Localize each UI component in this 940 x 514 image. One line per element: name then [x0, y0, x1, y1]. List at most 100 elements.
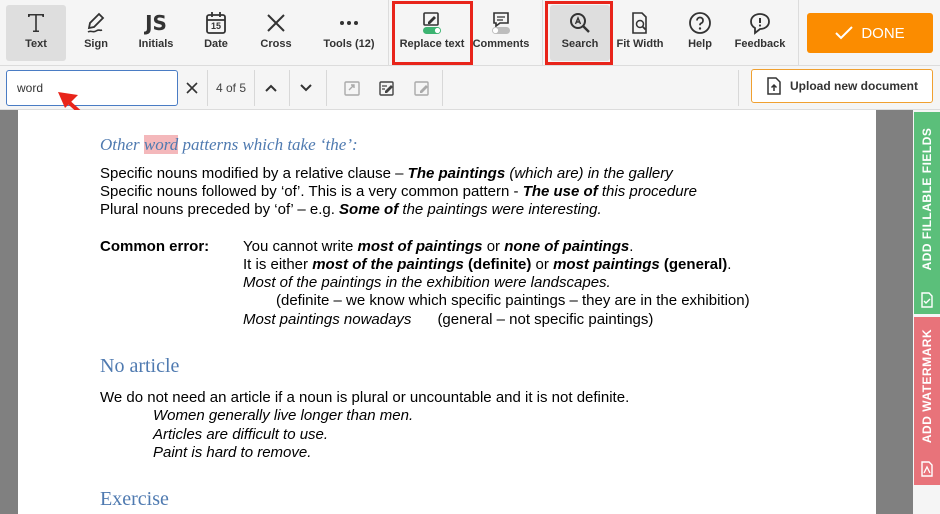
replace-edit-button[interactable]: [373, 70, 401, 106]
search-bar-divider: [326, 70, 327, 106]
pdf-editor-app: Text Sign JS Initials 15 Date Cross Tool…: [0, 0, 940, 514]
replace-text-button[interactable]: Replace text: [396, 5, 468, 61]
add-fillable-fields-tab[interactable]: ADD FILLABLE FIELDS: [914, 112, 940, 314]
search-bar-divider: [738, 70, 739, 106]
text-span: The use of: [522, 183, 598, 200]
search-bar-divider: [289, 70, 290, 106]
text-span: (general): [659, 256, 728, 273]
date-tool-button[interactable]: 15 Date: [190, 5, 242, 61]
tools-menu-button[interactable]: Tools (12): [316, 5, 382, 61]
text-icon: [28, 14, 44, 32]
toolbar-divider: [388, 0, 389, 66]
text-span: most paintings: [553, 256, 660, 273]
toolbar-divider: [798, 0, 799, 66]
text-span: Specific nouns followed by ‘of’. This is…: [100, 183, 523, 200]
comments-icon: [492, 12, 510, 34]
text-span: none of paintings: [504, 238, 630, 255]
search-bar: 4 of 5 Upload new document: [0, 66, 940, 134]
replace-one-button[interactable]: [338, 70, 366, 106]
main-toolbar: Text Sign JS Initials 15 Date Cross Tool…: [0, 0, 940, 66]
add-watermark-label: ADD WATERMARK: [920, 328, 934, 444]
feedback-label: Feedback: [734, 38, 786, 50]
text-span: this procedure: [597, 183, 697, 200]
done-button[interactable]: DONE: [807, 13, 933, 53]
search-bar-divider: [442, 70, 443, 106]
toolbar-divider: [542, 0, 543, 66]
close-icon: [186, 82, 198, 94]
chevron-up-icon: [265, 84, 277, 92]
common-error-label: Common error:: [100, 238, 210, 255]
search-button[interactable]: Search: [550, 5, 610, 61]
search-label: Search: [561, 38, 599, 50]
search-input[interactable]: [6, 70, 178, 106]
text-span: The paintings: [407, 165, 506, 182]
cross-tool-label: Cross: [260, 38, 292, 50]
body-line: Women generally live longer than men.: [153, 407, 414, 424]
add-fillable-fields-label: ADD FILLABLE FIELDS: [920, 127, 934, 271]
text-span: .: [629, 238, 634, 255]
watermark-icon: [921, 461, 933, 477]
body-line: We do not need an article if a noun is p…: [100, 389, 630, 406]
right-side-panel: ADD FILLABLE FIELDS ADD WATERMARK: [913, 110, 940, 514]
text-span: the paintings were interesting.: [398, 201, 602, 218]
body-line: Specific nouns modified by a relative cl…: [100, 165, 673, 182]
text-span: (definite): [463, 256, 532, 273]
body-line: Plural nouns preceded by ‘of’ – e.g. Som…: [100, 201, 602, 218]
help-button[interactable]: Help: [676, 5, 724, 61]
subheading-text: Other: [100, 135, 144, 154]
done-label: DONE: [861, 24, 905, 42]
text-span: or: [482, 238, 505, 255]
replace-all-button[interactable]: [408, 70, 436, 106]
text-span: It is either: [243, 256, 313, 273]
heading-no-article: No article: [100, 355, 180, 377]
replace-one-icon: [344, 81, 360, 96]
more-icon: [340, 21, 358, 25]
sign-tool-label: Sign: [84, 38, 108, 50]
body-line: Most of the paintings in the exhibition …: [243, 274, 611, 291]
body-line: It is either most of the paintings (defi…: [243, 256, 731, 273]
sign-icon: [87, 12, 105, 33]
clear-search-button[interactable]: [178, 70, 206, 106]
text-span: Specific nouns modified by a relative cl…: [100, 165, 408, 182]
sign-tool-button[interactable]: Sign: [70, 5, 122, 61]
comments-button[interactable]: Comments: [470, 5, 532, 61]
checkmark-icon: [835, 26, 854, 40]
feedback-button[interactable]: Feedback: [730, 5, 790, 61]
replace-text-icon: [423, 12, 441, 34]
next-match-button[interactable]: [292, 70, 320, 106]
upload-label: Upload new document: [789, 79, 918, 93]
search-icon: [570, 13, 590, 33]
edit-text-icon: [379, 81, 394, 96]
text-span: .: [727, 256, 732, 273]
text-span: (which are) in the gallery: [505, 165, 673, 182]
replace-text-label: Replace text: [399, 38, 465, 50]
fit-width-button[interactable]: Fit Width: [612, 5, 668, 61]
text-span: most of paintings: [357, 238, 483, 255]
initials-tool-button[interactable]: JS Initials: [128, 5, 184, 61]
subheading: Other word patterns which take ‘the’:: [100, 135, 358, 155]
search-match-highlight[interactable]: word: [143, 135, 179, 154]
text-span: (general – not specific paintings): [437, 311, 654, 328]
document-viewport[interactable]: Other word patterns which take ‘the’: Sp…: [0, 110, 913, 514]
heading-exercise: Exercise: [100, 488, 169, 510]
text-span: You cannot write: [243, 238, 358, 255]
initials-icon: JS: [145, 11, 167, 35]
body-line: Specific nouns followed by ‘of’. This is…: [100, 183, 697, 200]
text-tool-button[interactable]: Text: [6, 5, 66, 61]
feedback-icon: [750, 13, 770, 35]
text-span: most of the paintings: [312, 256, 464, 273]
help-icon: [689, 12, 711, 34]
fillable-fields-icon: [921, 292, 933, 308]
cross-tool-button[interactable]: Cross: [250, 5, 302, 61]
date-icon-number: 15: [210, 21, 221, 31]
help-label: Help: [688, 38, 712, 50]
cross-icon: [267, 14, 285, 32]
add-watermark-tab[interactable]: ADD WATERMARK: [914, 317, 940, 485]
text-span: Most paintings nowadays: [243, 311, 412, 328]
previous-match-button[interactable]: [257, 70, 285, 106]
text-tool-label: Text: [25, 38, 47, 50]
body-line: Most paintings nowadays (general – not sp…: [243, 311, 653, 328]
body-line: Paint is hard to remove.: [153, 444, 312, 461]
upload-new-document-button[interactable]: Upload new document: [751, 69, 933, 103]
text-span: Plural nouns preceded by ‘of’ – e.g.: [100, 201, 340, 218]
